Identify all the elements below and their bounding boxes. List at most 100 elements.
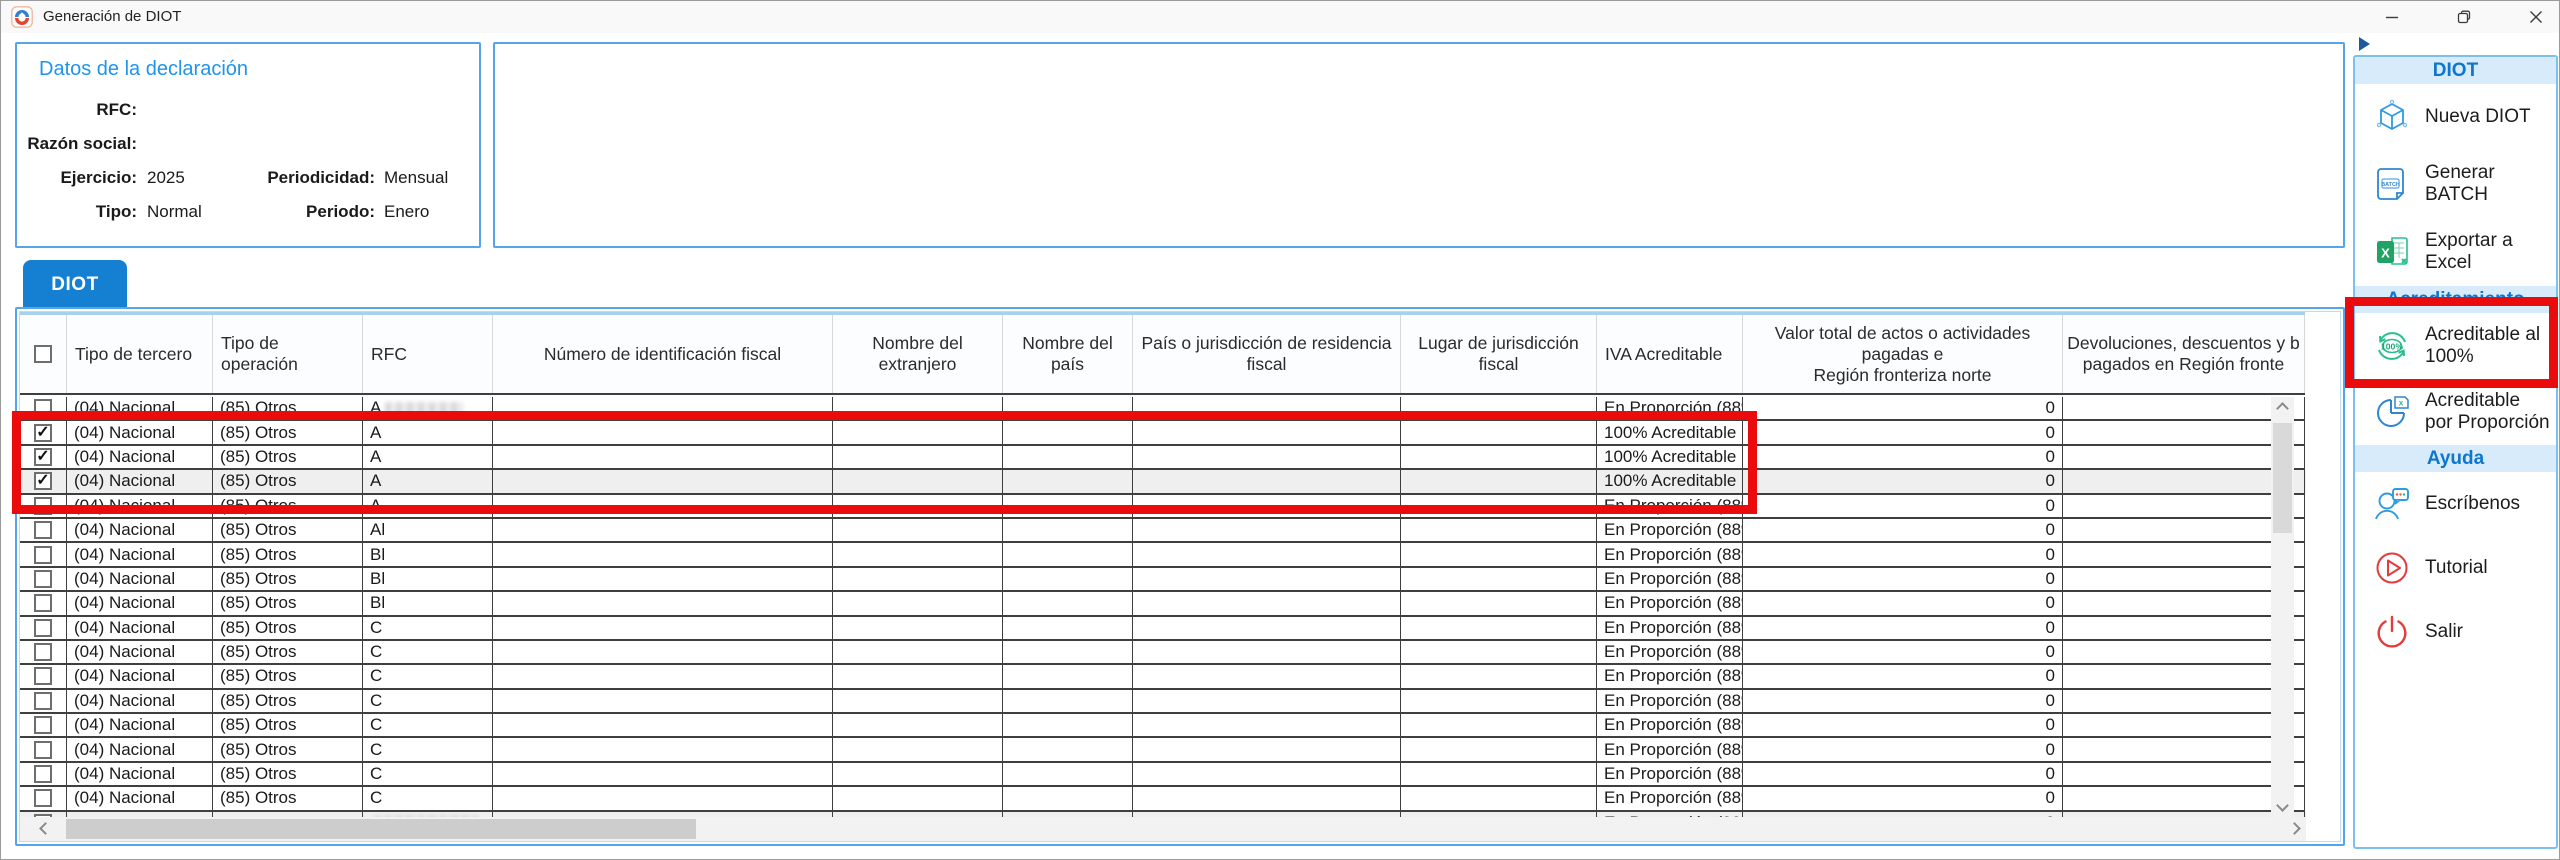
cell-nombre_pais (1003, 787, 1133, 811)
horizontal-scroll-thumb[interactable] (66, 819, 696, 839)
cell-tipo_operacion: (85) Otros (213, 738, 363, 762)
cell-num_id_fiscal (493, 617, 833, 641)
sidebar-item-acreditable-por-proporci-n[interactable]: xAcreditable por Proporción (2355, 379, 2556, 445)
select-all-checkbox[interactable] (34, 345, 52, 363)
restore-button[interactable] (2441, 1, 2487, 33)
section-header-acreditamiento: Acreditamiento (2355, 286, 2556, 313)
table-row[interactable]: (04) Nacional(85) OtrosCEn Proporción (8… (20, 763, 2306, 787)
column-header-pais_jurisdiccion[interactable]: País o jurisdicción de residencia fiscal (1133, 315, 1401, 393)
field-value: Mensual (384, 168, 448, 188)
rfc-visible-text: C (370, 788, 382, 808)
table-row[interactable]: (04) Nacional(85) OtrosCEn Proporción (8… (20, 690, 2306, 714)
table-row[interactable]: ✓(04) Nacional(85) OtrosA100% Acreditabl… (20, 470, 2306, 494)
table-row[interactable]: (04) Nacional(85) OtrosCEn Proporción (8… (20, 665, 2306, 689)
cell-rfc: C (363, 617, 493, 641)
row-checkbox[interactable] (34, 619, 52, 637)
row-checkbox[interactable] (34, 546, 52, 564)
table-row[interactable]: (04) Nacional(85) OtrosAEn Proporción (8… (20, 397, 2306, 421)
cell-valor_rfn: 0 (1743, 738, 2063, 762)
column-header-check[interactable] (20, 315, 67, 393)
cell-devoluciones (2063, 446, 2305, 470)
row-checkbox[interactable] (34, 594, 52, 612)
row-checkbox[interactable] (34, 570, 52, 588)
row-checkbox[interactable] (34, 692, 52, 710)
acreditable-proporcion-icon: x (2371, 391, 2413, 433)
cell-nombre_pais (1003, 519, 1133, 543)
cell-iva: En Proporción (88%) (1597, 519, 1743, 543)
sidebar-collapse-arrow-icon[interactable] (2359, 37, 2370, 51)
row-checkbox[interactable] (34, 667, 52, 685)
nueva-diot-icon (2371, 96, 2413, 138)
table-row[interactable]: ✓(04) Nacional(85) OtrosA100% Acreditabl… (20, 446, 2306, 470)
scroll-up-arrow-icon[interactable] (2271, 397, 2294, 420)
table-row[interactable]: (04) Nacional(85) OtrosCEn Proporción (8… (20, 641, 2306, 665)
column-header-iva[interactable]: IVA Acreditable (1597, 315, 1743, 393)
table-row[interactable]: (04) Nacional(85) OtrosCEn Proporción (8… (20, 714, 2306, 738)
sidebar-item-acreditable-al-100-[interactable]: 100%Acreditable al 100% (2355, 313, 2556, 379)
column-header-nombre_pais[interactable]: Nombre del país (1003, 315, 1133, 393)
tab-diot[interactable]: DIOT (23, 260, 127, 309)
row-checkbox[interactable] (34, 521, 52, 539)
svg-text:x: x (2399, 399, 2404, 408)
row-checkbox[interactable] (34, 741, 52, 759)
table-row[interactable]: (04) Nacional(85) OtrosCEn Proporción (8… (20, 787, 2306, 811)
cell-iva: En Proporción (88%) (1597, 617, 1743, 641)
cell-nombre_extranjero (833, 617, 1003, 641)
row-checkbox[interactable] (34, 643, 52, 661)
row-checkbox[interactable] (34, 399, 52, 417)
table-row[interactable]: (04) Nacional(85) OtrosAEn Proporción (8… (20, 495, 2306, 519)
column-header-tipo_operacion[interactable]: Tipo de operación (213, 315, 363, 393)
table-row[interactable]: (04) Nacional(85) OtrosAlEn Proporción (… (20, 519, 2306, 543)
cell-nombre_pais (1003, 470, 1133, 494)
vertical-scrollbar[interactable] (2271, 397, 2294, 817)
field-label: Periodo: (233, 202, 375, 222)
sidebar-item-tutorial[interactable]: Tutorial (2355, 536, 2556, 600)
horizontal-scrollbar[interactable] (20, 817, 2306, 841)
row-checkbox[interactable] (34, 497, 52, 515)
cell-devoluciones (2063, 397, 2305, 421)
row-checkbox[interactable]: ✓ (34, 424, 52, 442)
scroll-down-arrow-icon[interactable] (2271, 794, 2294, 817)
rfc-visible-text: Bl (370, 593, 385, 613)
cell-devoluciones (2063, 470, 2305, 494)
row-checkbox[interactable] (34, 716, 52, 734)
column-header-num_id_fiscal[interactable]: Número de identificación fiscal (493, 315, 833, 393)
table-row[interactable]: (04) Nacional(85) OtrosCEn Proporción (8… (20, 617, 2306, 641)
row-checkbox[interactable] (34, 765, 52, 783)
vertical-scroll-thumb[interactable] (2273, 423, 2292, 533)
sidebar-item-salir[interactable]: Salir (2355, 600, 2556, 664)
column-header-devoluciones[interactable]: Devoluciones, descuentos y bpagados en R… (2063, 315, 2305, 393)
row-checkbox[interactable] (34, 789, 52, 807)
sidebar-item-nueva-diot[interactable]: Nueva DIOT (2355, 84, 2556, 150)
column-header-nombre_extranjero[interactable]: Nombre del extranjero (833, 315, 1003, 393)
cell-valor_rfn: 0 (1743, 665, 2063, 689)
sidebar-item-exportar-a-excel[interactable]: XExportar a Excel (2355, 218, 2556, 286)
table-row[interactable]: (04) Nacional(85) OtrosBlEn Proporción (… (20, 568, 2306, 592)
row-checkbox[interactable]: ✓ (34, 448, 52, 466)
cell-pais_jurisdiccion (1133, 495, 1401, 519)
cell-pais_jurisdiccion (1133, 397, 1401, 421)
row-checkbox[interactable]: ✓ (34, 472, 52, 490)
scroll-left-arrow-icon[interactable] (34, 817, 57, 840)
cell-pais_jurisdiccion (1133, 641, 1401, 665)
column-header-tipo_tercero[interactable]: Tipo de tercero (67, 315, 213, 393)
column-header-valor_rfn[interactable]: Valor total de actos o actividades pagad… (1743, 315, 2063, 393)
cell-tipo_tercero: (04) Nacional (67, 421, 213, 445)
cell-tipo_tercero: (04) Nacional (67, 495, 213, 519)
cell-check (20, 714, 67, 738)
table-row[interactable]: (04) Nacional(85) OtrosBlEn Proporción (… (20, 592, 2306, 616)
cell-tipo_operacion: (85) Otros (213, 787, 363, 811)
rfc-visible-text: C (370, 691, 382, 711)
sidebar-item-escr-benos[interactable]: Escríbenos (2355, 472, 2556, 536)
minimize-button[interactable] (2369, 1, 2415, 33)
close-button[interactable] (2513, 1, 2559, 33)
field-value: 2025 (147, 168, 185, 188)
column-header-lugar_jurisdiccion[interactable]: Lugar de jurisdicción fiscal (1401, 315, 1597, 393)
table-row[interactable]: ✓(04) Nacional(85) OtrosA100% Acreditabl… (20, 421, 2306, 445)
table-row[interactable]: (04) Nacional(85) OtrosCEn Proporción (8… (20, 738, 2306, 762)
scroll-right-arrow-icon[interactable] (2283, 817, 2306, 840)
table-row[interactable]: (04) Nacional(85) OtrosBlEn Proporción (… (20, 543, 2306, 567)
sidebar-item-generar-batch[interactable]: BATCHGenerar BATCH (2355, 150, 2556, 218)
cell-iva: 100% Acreditable (1597, 421, 1743, 445)
column-header-rfc[interactable]: RFC (363, 315, 493, 393)
